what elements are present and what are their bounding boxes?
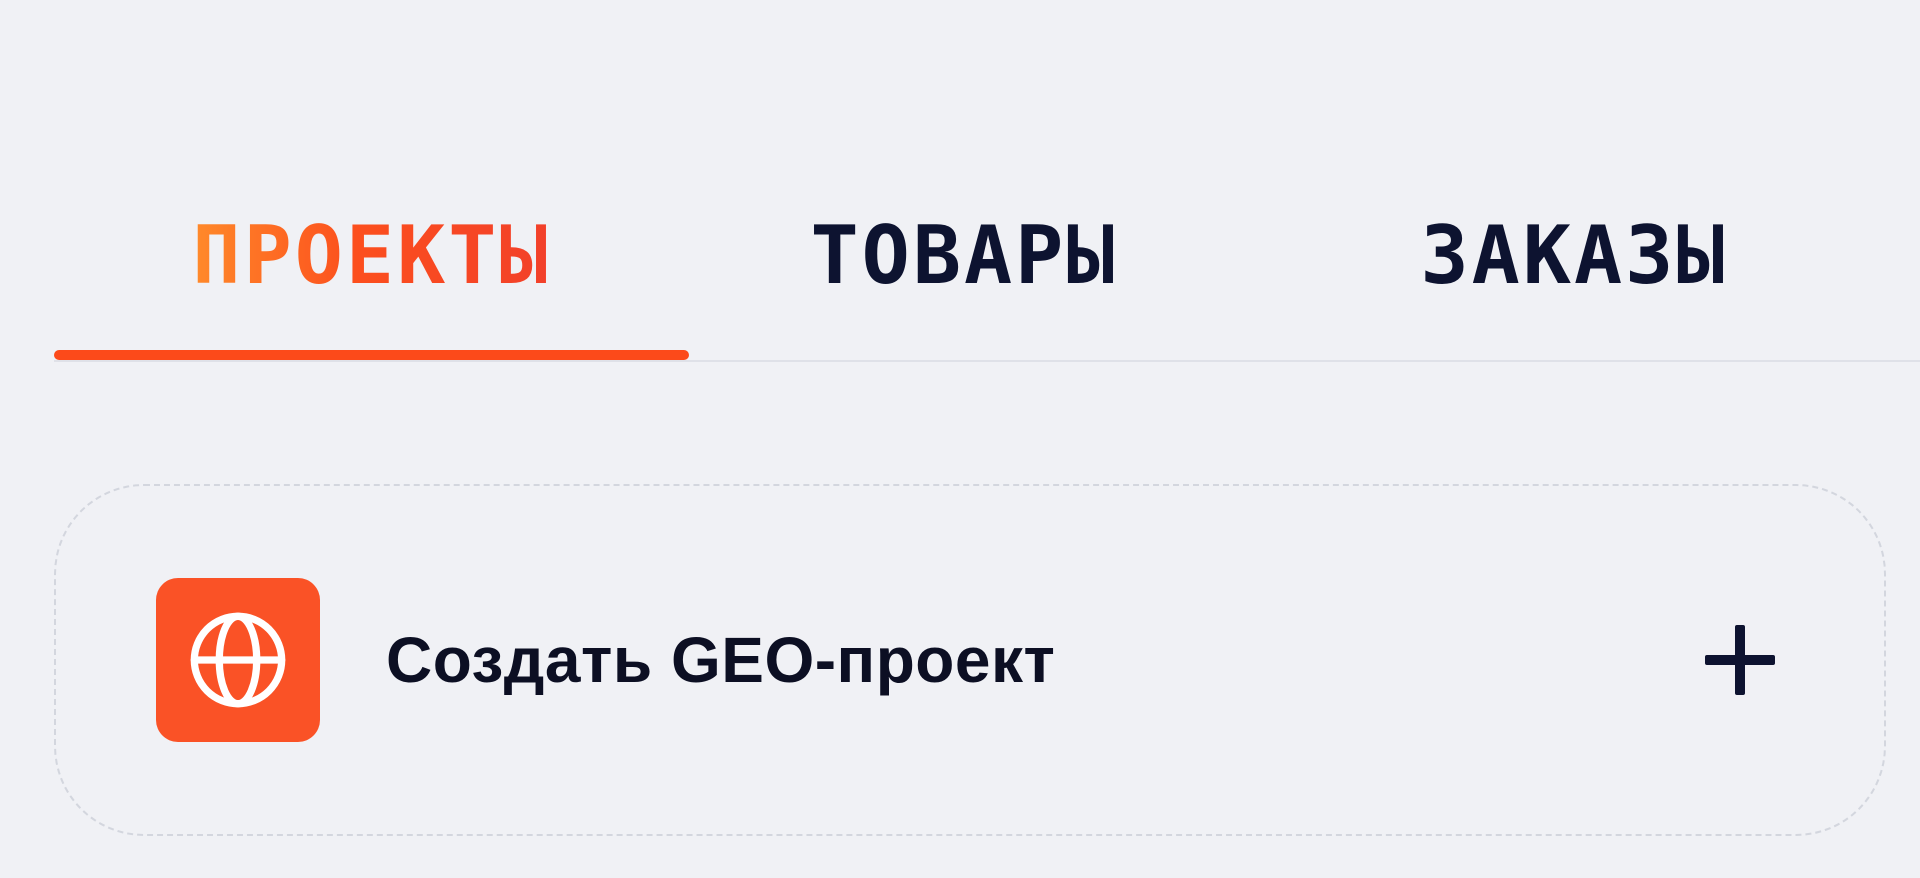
page: ПРОЕКТЫ ТОВАРЫ ЗАКАЗЫ Создать GEO-проект: [0, 0, 1920, 878]
tab-orders[interactable]: ЗАКАЗЫ: [1344, 150, 1804, 362]
tab-products[interactable]: ТОВАРЫ: [754, 150, 1174, 362]
create-geo-project-label: Создать GEO-проект: [386, 624, 1056, 696]
tab-bar: ПРОЕКТЫ ТОВАРЫ ЗАКАЗЫ: [54, 150, 1920, 362]
tab-orders-label: ЗАКАЗЫ: [1420, 209, 1728, 302]
plus-icon: [1700, 620, 1780, 700]
tab-projects-label: ПРОЕКТЫ: [192, 209, 551, 302]
tabs-divider: [54, 360, 1920, 362]
globe-icon: [156, 578, 320, 742]
tab-projects[interactable]: ПРОЕКТЫ: [54, 150, 689, 362]
tab-products-label: ТОВАРЫ: [810, 209, 1118, 302]
active-tab-indicator: [54, 350, 689, 360]
create-geo-project-button[interactable]: Создать GEO-проект: [54, 484, 1886, 836]
